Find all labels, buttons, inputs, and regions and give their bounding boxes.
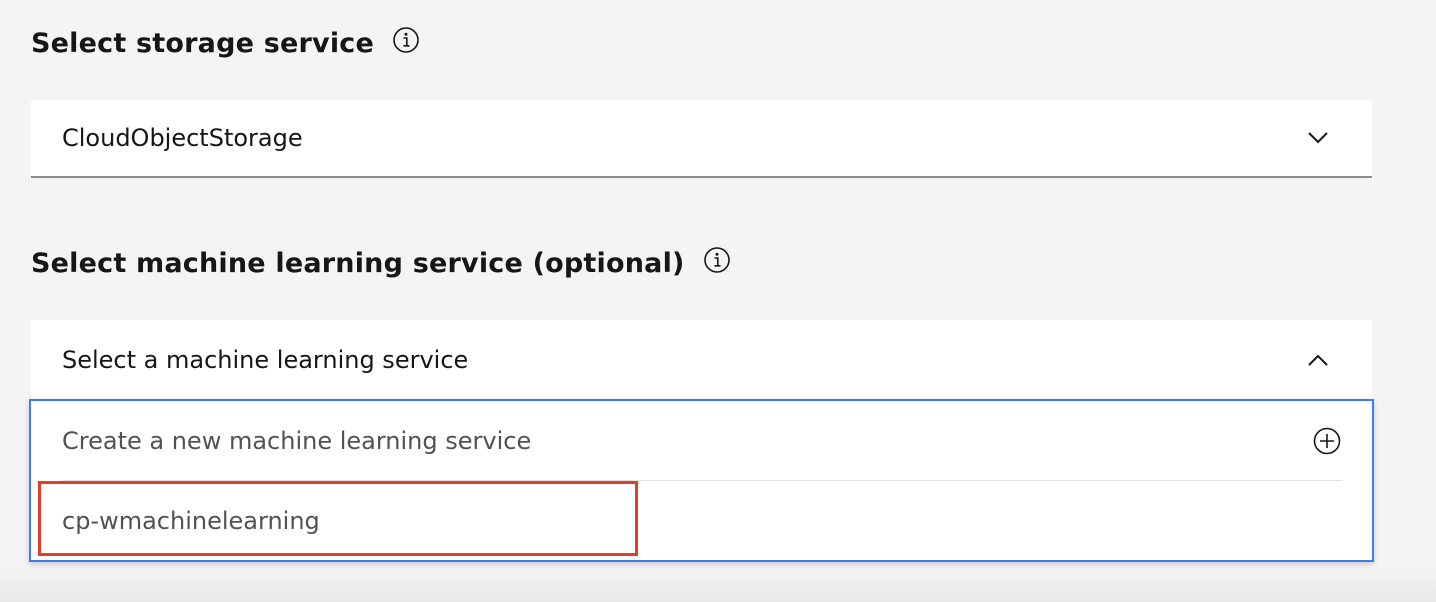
- ml-title-text: Select machine learning service (optiona…: [31, 248, 685, 279]
- add-circle-icon: [1312, 426, 1342, 456]
- page-bottom-shade: [0, 566, 1436, 602]
- storage-service-dropdown[interactable]: CloudObjectStorage: [31, 100, 1372, 178]
- info-icon[interactable]: [392, 26, 420, 54]
- storage-section-title: Select storage service: [31, 26, 420, 59]
- ml-service-options-menu: Create a new machine learning service cp…: [29, 399, 1374, 562]
- option-label: Create a new machine learning service: [62, 427, 532, 455]
- ml-service-dropdown[interactable]: Select a machine learning service: [31, 320, 1372, 400]
- option-create-ml-service[interactable]: Create a new machine learning service: [31, 401, 1372, 481]
- option-label: cp-wmachinelearning: [62, 507, 320, 535]
- option-cp-wmachinelearning[interactable]: cp-wmachinelearning: [31, 481, 1372, 561]
- storage-selected-value: CloudObjectStorage: [62, 124, 303, 152]
- ml-section-title: Select machine learning service (optiona…: [31, 246, 731, 279]
- chevron-up-icon[interactable]: [1306, 348, 1330, 372]
- chevron-down-icon[interactable]: [1306, 126, 1330, 150]
- storage-title-text: Select storage service: [31, 28, 375, 59]
- info-icon[interactable]: [703, 246, 731, 274]
- ml-dropdown-placeholder: Select a machine learning service: [62, 346, 469, 374]
